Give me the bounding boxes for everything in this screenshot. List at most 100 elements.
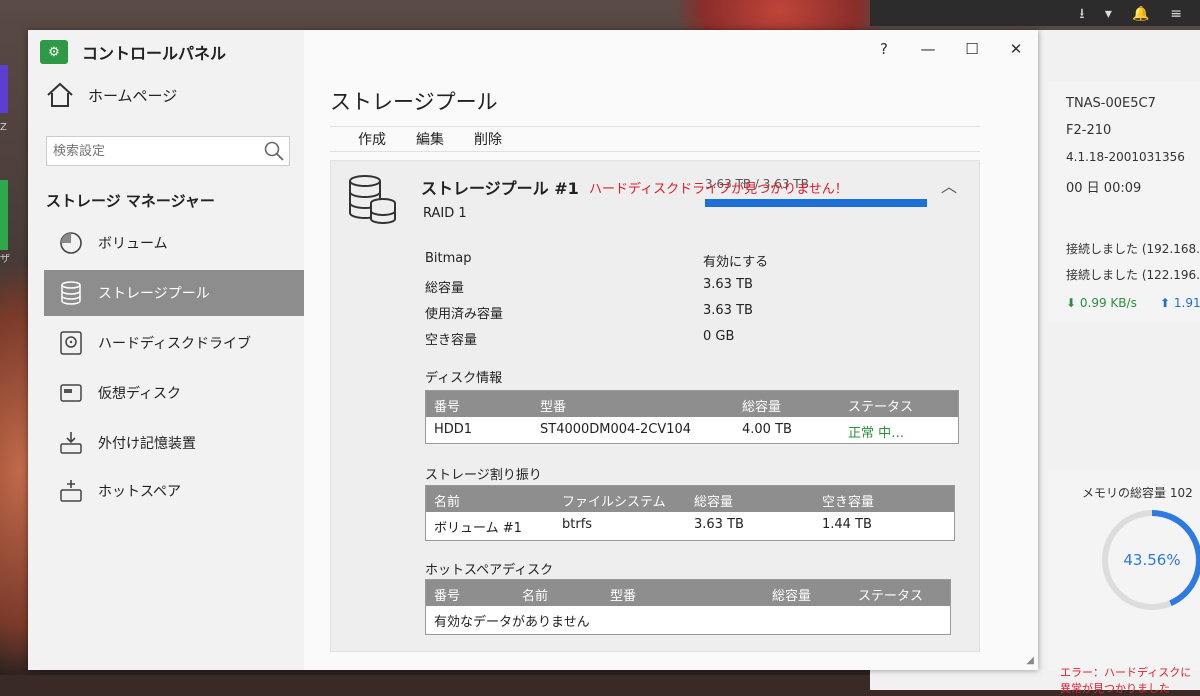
sidebar-item-label: ストレージプール <box>98 286 210 302</box>
pool-capacity-fill <box>705 199 927 207</box>
download-speed: ⬇ 0.99 KB/s <box>1066 296 1137 310</box>
desktop-label: ザ <box>0 254 10 265</box>
property-value: 0 GB <box>703 329 735 344</box>
control-panel-window: ⚙ コントロールパネル ホームページ ストレージ マネージャー ボリューム <box>28 30 1038 670</box>
sidebar-item-label: 仮想ディスク <box>98 386 182 402</box>
edit-button[interactable]: 編集 <box>416 129 444 149</box>
column-header: ファイルシステム <box>562 495 666 510</box>
device-version: 4.1.18-2001031356 <box>1066 150 1185 164</box>
main-content: ? — ☐ ✕ ストレージプール 作成 編集 削除 ストレージプール #1 RA… <box>304 30 1038 670</box>
upload-speed: ⬆ 1.91 <box>1160 296 1200 310</box>
maximize-button[interactable]: ☐ <box>950 40 994 58</box>
sidebar-item-volume[interactable]: ボリューム <box>44 220 306 266</box>
table-cell: HDD1 <box>434 422 473 437</box>
upload-speed-value: 1.91 <box>1173 296 1200 310</box>
table-cell: ボリューム #1 <box>434 521 522 536</box>
table-cell: ST4000DM004-2CV104 <box>540 422 692 437</box>
property-key: 総容量 <box>425 281 465 296</box>
memory-percent: 43.56% <box>1108 516 1196 604</box>
database-icon <box>61 281 81 305</box>
column-header: 総容量 <box>772 589 812 604</box>
disk-status: 正常 中… <box>848 426 905 441</box>
column-header: 名前 <box>522 589 549 604</box>
table-cell: 1.44 TB <box>822 517 872 532</box>
device-info-card: TNAS-00E5C7 F2-210 4.1.18-2001031356 00 … <box>1048 82 1200 322</box>
connection-status: 接続しました (122.196.3 <box>1066 268 1200 282</box>
system-tray-bar: ⭳ ▾ 🔔 ≡ <box>870 0 1200 26</box>
pool-name: ストレージプール #1 <box>421 179 579 198</box>
sidebar: ⚙ コントロールパネル ホームページ ストレージ マネージャー ボリューム <box>28 30 306 670</box>
sidebar-item-storage-pool[interactable]: ストレージプール <box>44 270 306 316</box>
sidebar-item-virtual-disk[interactable]: 仮想ディスク <box>44 370 306 416</box>
download-speed-value: 0.99 KB/s <box>1079 296 1137 310</box>
upload-arrow-icon: ⬆ <box>1160 296 1171 310</box>
property-key: 空き容量 <box>425 333 478 348</box>
table-cell: 4.00 TB <box>742 422 792 437</box>
hot-spare-table: 番号 名前 型番 総容量 ステータス 有効なデータがありません <box>425 579 951 635</box>
sidebar-item-label: ホットスペア <box>98 484 182 500</box>
connection-status: 接続しました (192.168.0 <box>1066 242 1200 256</box>
table-row[interactable]: HDD1 ST4000DM004-2CV104 4.00 TB 正常 中… <box>426 417 958 443</box>
column-header: 型番 <box>540 400 567 415</box>
table-header: 番号 型番 総容量 ステータス <box>426 391 958 417</box>
sidebar-item-label: ハードディスクドライブ <box>98 336 252 352</box>
sidebar-item-label: ボリューム <box>98 236 168 252</box>
allocation-title: ストレージ割り振り <box>425 468 542 483</box>
close-button[interactable]: ✕ <box>994 40 1038 58</box>
search-input[interactable] <box>47 142 263 160</box>
download-arrow-icon: ⬇ <box>1066 296 1077 310</box>
desktop-app-icon-purple[interactable] <box>0 65 8 113</box>
column-header: 総容量 <box>742 400 782 415</box>
disk-info-table: 番号 型番 総容量 ステータス HDD1 ST4000DM004-2CV104 … <box>425 390 959 444</box>
minimize-button[interactable]: — <box>906 40 950 58</box>
device-model: F2-210 <box>1066 123 1112 138</box>
background-error-text: エラー：ハードディスクに異常が見つかりました <box>1060 666 1192 695</box>
column-header: 番号 <box>434 400 461 415</box>
control-panel-logo-icon: ⚙ <box>40 40 68 64</box>
table-cell: btrfs <box>562 517 593 532</box>
resize-grip-icon[interactable]: ◢ <box>1026 655 1034 666</box>
column-header: 名前 <box>434 495 461 510</box>
device-name: TNAS-00E5C7 <box>1066 96 1156 111</box>
table-header: 名前 ファイルシステム 総容量 空き容量 <box>426 486 954 512</box>
property-key: 使用済み容量 <box>425 307 504 322</box>
memory-label: メモリの総容量 102 <box>1082 486 1193 500</box>
empty-row: 有効なデータがありません <box>426 606 950 632</box>
table-row[interactable]: ボリューム #1 btrfs 3.63 TB 1.44 TB <box>426 512 954 538</box>
property-key: Bitmap <box>425 251 472 266</box>
sidebar-item-external-storage[interactable]: 外付け記憶装置 <box>44 420 306 466</box>
page-title: ストレージプール <box>330 90 498 114</box>
home-link[interactable]: ホームページ <box>46 82 177 108</box>
table-header: 番号 名前 型番 総容量 ステータス <box>426 580 950 606</box>
hot-spare-title: ホットスペアディスク <box>425 563 554 578</box>
chevron-up-icon[interactable]: ︿ <box>941 173 957 197</box>
sidebar-item-hard-disk[interactable]: ハードディスクドライブ <box>44 320 306 366</box>
search-icon[interactable] <box>263 140 285 162</box>
home-label: ホームページ <box>88 86 178 105</box>
home-icon <box>47 82 73 107</box>
search-box[interactable] <box>46 136 290 166</box>
desktop-app-icon-green[interactable] <box>0 180 8 250</box>
pool-warning: ハードディスクドライブが見つかりません！ <box>589 182 848 197</box>
tray-icons[interactable]: ⭳ ▾ 🔔 ≡ <box>1080 3 1190 27</box>
property-value: 3.63 TB <box>703 277 753 292</box>
allocation-table: 名前 ファイルシステム 総容量 空き容量 ボリューム #1 btrfs 3.63… <box>425 485 955 541</box>
storage-manager-heading: ストレージ マネージャー <box>46 192 215 210</box>
column-header: ステータス <box>858 589 924 604</box>
hot-spare-icon <box>60 480 82 502</box>
property-value: 有効にする <box>703 255 769 270</box>
delete-button[interactable]: 削除 <box>474 129 502 149</box>
table-cell: 3.63 TB <box>694 517 744 532</box>
help-button[interactable]: ? <box>862 40 906 58</box>
column-header: 空き容量 <box>822 495 875 510</box>
memory-card: メモリの総容量 102 43.56% <box>1048 470 1200 670</box>
device-uptime: 00 日 00:09 <box>1066 181 1142 196</box>
storage-pool-panel[interactable]: ストレージプール #1 RAID 1 3.63 TB / 3.63 TB ハード… <box>330 160 980 652</box>
sidebar-item-hot-spare[interactable]: ホットスペア <box>44 468 306 514</box>
sidebar-item-label: 外付け記憶装置 <box>98 436 196 452</box>
storage-pool-icon <box>349 175 396 224</box>
desktop-label: Z <box>0 122 7 133</box>
column-header: ステータス <box>848 400 914 415</box>
app-header: ⚙ コントロールパネル <box>40 38 226 66</box>
create-button[interactable]: 作成 <box>358 129 386 149</box>
